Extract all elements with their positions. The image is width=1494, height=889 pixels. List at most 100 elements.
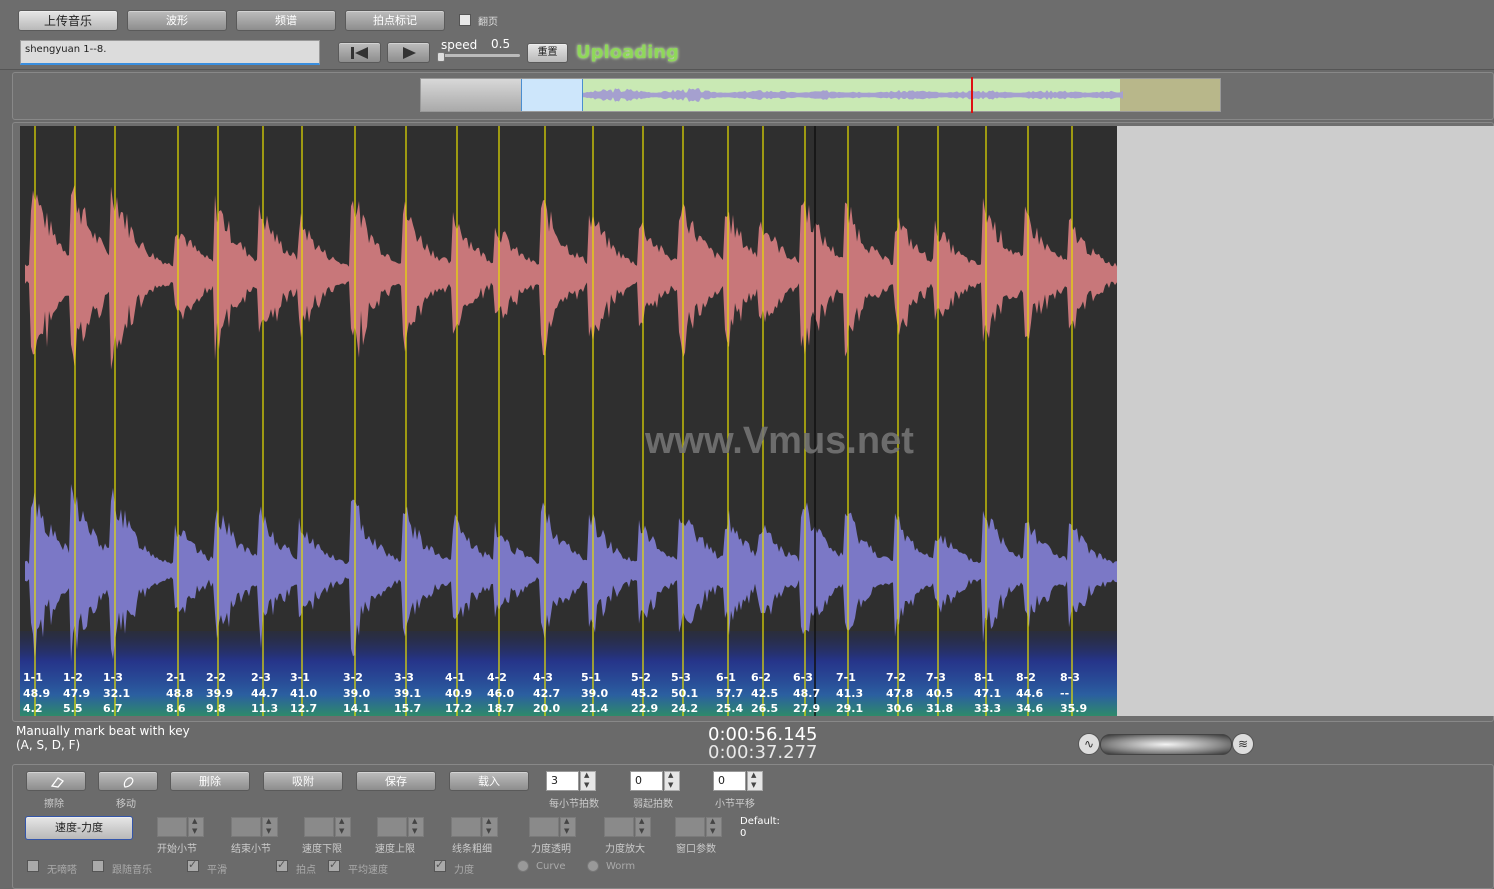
beat-label-v1: 41.3 <box>836 686 864 700</box>
beat-label-v1: 47.8 <box>886 686 914 700</box>
volume-slider[interactable] <box>1100 734 1232 755</box>
dynamics-checkbox[interactable] <box>434 858 446 872</box>
follow-checkbox[interactable] <box>92 860 104 872</box>
beat-label-v2: 15.7 <box>394 702 422 715</box>
smooth-checkbox[interactable] <box>187 858 199 872</box>
erase-label: 擦除 <box>44 799 64 810</box>
page-turn-label: 翻页 <box>478 17 498 28</box>
play-button[interactable] <box>387 42 430 63</box>
beat-checkbox[interactable] <box>276 858 288 872</box>
dyn-alpha-input[interactable] <box>529 817 559 837</box>
tempo-max-input[interactable] <box>377 817 407 837</box>
beat-label-v2: 17.2 <box>445 702 473 715</box>
beat-label-v2: 30.6 <box>886 702 914 715</box>
beats-per-bar-spinner[interactable] <box>580 771 596 791</box>
default-label: Default: <box>740 816 780 827</box>
dyn-scale-spinner[interactable] <box>635 817 651 837</box>
beat-label-v2: 20.0 <box>533 702 561 715</box>
avg-tempo-checkbox[interactable] <box>328 858 340 872</box>
follow-label: 跟随音乐 <box>112 865 152 876</box>
wave-large-icon: ≋ <box>1232 733 1254 755</box>
beat-label-v1: 57.7 <box>716 686 744 700</box>
page-turn-checkbox[interactable] <box>459 14 471 26</box>
play-icon <box>403 47 416 59</box>
beat-label-name: 2-3 <box>251 671 271 684</box>
window-param-spinner[interactable] <box>706 817 722 837</box>
snap-button[interactable]: 吸附 <box>263 771 343 791</box>
mute-label: 无嘀嗒 <box>47 865 77 876</box>
dyn-scale-label: 力度放大 <box>605 844 645 855</box>
default-value: 0 <box>740 828 747 839</box>
beat-label-v1: -- <box>1060 686 1070 700</box>
overview-playhead[interactable] <box>971 77 973 113</box>
main-waveform-canvas[interactable]: www.Vmus.net <box>20 126 1117 716</box>
beat-label-v1: 40.9 <box>445 686 473 700</box>
save-button[interactable]: 保存 <box>356 771 436 791</box>
load-button[interactable]: 载入 <box>449 771 529 791</box>
beat-label-v1: 39.0 <box>343 686 371 700</box>
waveform-button[interactable]: 波形 <box>127 10 227 31</box>
beat-label-name: 6-1 <box>716 671 736 684</box>
beat-label-name: 8-1 <box>974 671 994 684</box>
tempo-dynamics-button[interactable]: 速度-力度 <box>25 816 133 840</box>
upload-music-button[interactable]: 上传音乐 <box>18 10 118 31</box>
hint-line2: (A, S, D, F) <box>16 738 81 752</box>
rewind-button[interactable] <box>338 42 381 63</box>
beat-label-v2: 34.6 <box>1016 702 1044 715</box>
beat-label-name: 5-2 <box>631 671 651 684</box>
pickup-spinner[interactable] <box>664 771 680 791</box>
beat-label-v1: 48.8 <box>166 686 194 700</box>
dyn-alpha-spinner[interactable] <box>560 817 576 837</box>
beat-label-name: 3-1 <box>290 671 310 684</box>
bar-shift-spinner[interactable] <box>747 771 763 791</box>
beat-label-name: 7-3 <box>926 671 946 684</box>
beat-label-name: 4-3 <box>533 671 553 684</box>
tempo-min-input[interactable] <box>304 817 334 837</box>
tempo-max-spinner[interactable] <box>408 817 424 837</box>
beat-label-v2: 29.1 <box>836 702 864 715</box>
end-bar-spinner[interactable] <box>262 817 278 837</box>
worm-radio[interactable] <box>587 860 599 872</box>
line-width-spinner[interactable] <box>482 817 498 837</box>
beat-label-v2: 27.9 <box>793 702 821 715</box>
watermark: www.Vmus.net <box>644 420 914 462</box>
beat-label-v2: 9.8 <box>206 702 226 715</box>
beat-label-name: 2-2 <box>206 671 226 684</box>
start-bar-input[interactable] <box>157 817 187 837</box>
mute-checkbox[interactable] <box>27 860 39 872</box>
beat-label-v2: 14.1 <box>343 702 371 715</box>
worm-label: Worm <box>606 861 636 872</box>
speed-slider-handle[interactable] <box>437 52 445 62</box>
beat-label-v1: 45.2 <box>631 686 659 700</box>
spectrum-button[interactable]: 频谱 <box>236 10 336 31</box>
skip-start-icon <box>351 47 368 59</box>
filename-input[interactable]: shengyuan 1--8. <box>20 40 320 65</box>
dyn-scale-input[interactable] <box>604 817 634 837</box>
pickup-input[interactable]: 0 <box>630 771 663 791</box>
overview-waveform[interactable] <box>420 77 1221 113</box>
beat-label-v1: 46.0 <box>487 686 515 700</box>
overview-left-region <box>421 79 521 111</box>
start-bar-spinner[interactable] <box>188 817 204 837</box>
overview-selection[interactable] <box>521 79 583 111</box>
end-bar-input[interactable] <box>231 817 261 837</box>
window-param-input[interactable] <box>675 817 705 837</box>
tempo-min-spinner[interactable] <box>335 817 351 837</box>
beat-label: 拍点 <box>296 865 316 876</box>
delete-button[interactable]: 删除 <box>170 771 250 791</box>
beat-label-v1: 39.9 <box>206 686 234 700</box>
beat-label-name: 6-2 <box>751 671 771 684</box>
erase-button[interactable] <box>26 771 86 791</box>
smooth-label: 平滑 <box>207 865 227 876</box>
beats-per-bar-input[interactable]: 3 <box>546 771 579 791</box>
volume-control[interactable]: ∿ ≋ <box>1078 732 1254 756</box>
curve-radio[interactable] <box>517 860 529 872</box>
bar-shift-input[interactable]: 0 <box>713 771 746 791</box>
beat-label-name: 1-2 <box>63 671 83 684</box>
beat-mark-button[interactable]: 拍点标记 <box>345 10 445 31</box>
speed-slider-track[interactable] <box>440 54 520 57</box>
move-button[interactable] <box>98 771 158 791</box>
beat-label-name: 3-2 <box>343 671 363 684</box>
reset-button[interactable]: 重置 <box>527 43 568 63</box>
line-width-input[interactable] <box>451 817 481 837</box>
